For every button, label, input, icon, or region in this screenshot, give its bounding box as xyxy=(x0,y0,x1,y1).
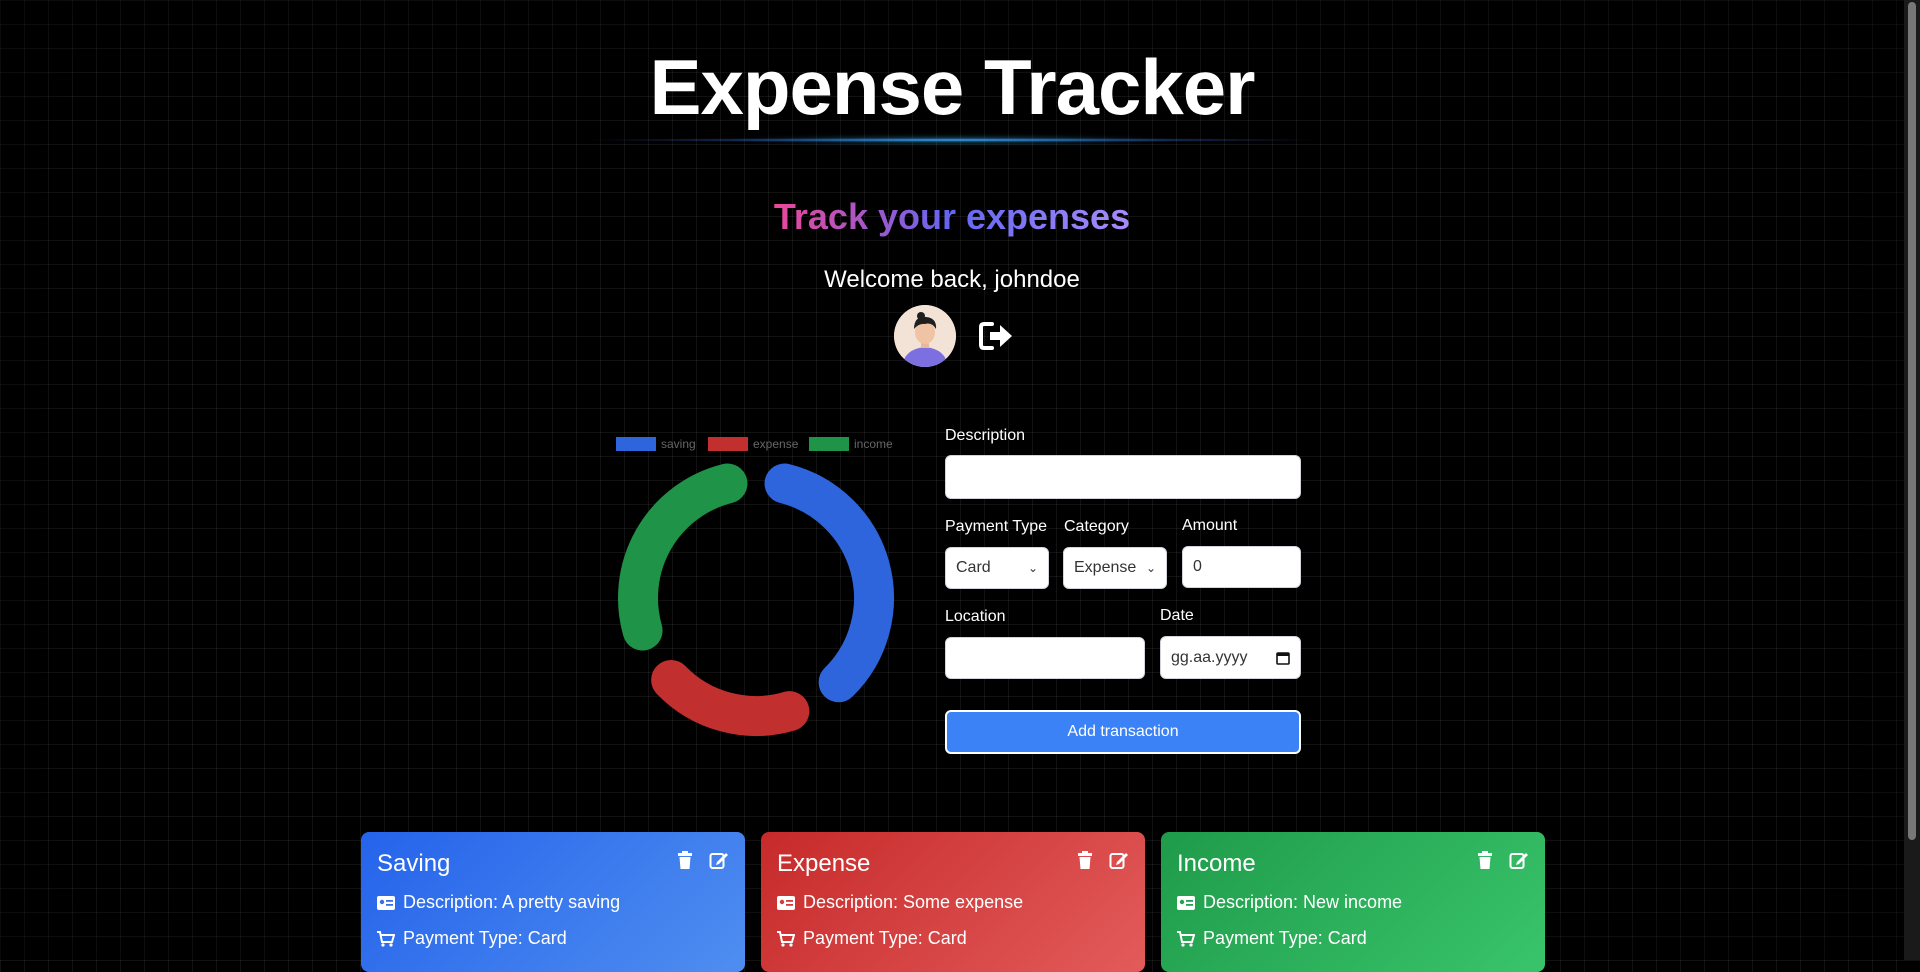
title-underline xyxy=(578,138,1328,142)
scrollbar[interactable] xyxy=(1904,0,1920,960)
edit-icon[interactable] xyxy=(1109,850,1129,870)
card-actions xyxy=(1475,850,1529,870)
avatar[interactable] xyxy=(894,305,956,367)
card-title: Income xyxy=(1177,850,1256,877)
cart-icon xyxy=(777,930,795,947)
calendar-icon[interactable] xyxy=(1276,651,1290,665)
card-actions xyxy=(1075,850,1129,870)
chart-segment-saving[interactable] xyxy=(764,463,894,703)
payment-type-label: Payment Type xyxy=(945,518,1047,535)
legend-swatch-expense xyxy=(708,437,748,451)
cart-icon xyxy=(1177,930,1195,947)
chevron-down-icon: ⌄ xyxy=(1145,561,1156,575)
welcome-text: Welcome back, johndoe xyxy=(824,266,1080,293)
cart-icon xyxy=(377,930,395,947)
legend-label-income: income xyxy=(854,437,893,451)
card-payment-type: Payment Type: Card xyxy=(777,928,967,949)
legend-item-saving: saving xyxy=(616,437,696,451)
location-label: Location xyxy=(945,608,1006,625)
page-title: Expense Tracker xyxy=(649,43,1255,131)
transaction-card-expense: Expense Description: Some expense Paymen… xyxy=(761,832,1145,972)
scrollbar-thumb[interactable] xyxy=(1908,2,1916,840)
category-label: Category xyxy=(1064,518,1129,535)
chart-segment-expense[interactable] xyxy=(651,659,810,736)
date-input[interactable]: gg.aa.yyyy xyxy=(1160,636,1301,679)
legend-swatch-saving xyxy=(616,437,656,451)
doughnut-chart xyxy=(618,463,894,736)
amount-input[interactable]: 0 xyxy=(1182,546,1301,588)
description-input[interactable] xyxy=(945,455,1301,499)
logout-icon[interactable] xyxy=(978,320,1014,352)
chevron-down-icon: ⌄ xyxy=(1027,561,1038,575)
date-label: Date xyxy=(1160,607,1194,624)
legend-label-expense: expense xyxy=(753,437,799,451)
id-card-icon xyxy=(377,895,395,910)
page-subtitle: Track your expenses xyxy=(773,196,1131,237)
location-input[interactable] xyxy=(945,637,1145,679)
payment-type-select[interactable]: Card ⌄ xyxy=(945,547,1049,589)
id-card-icon xyxy=(1177,895,1195,910)
transaction-card-saving: Saving Description: A pretty saving Paym… xyxy=(361,832,745,972)
legend-label-saving: saving xyxy=(661,437,696,451)
legend-item-income: income xyxy=(809,437,893,451)
card-title: Saving xyxy=(377,850,451,877)
card-description: Description: New income xyxy=(1177,892,1402,913)
card-description: Description: Some expense xyxy=(777,892,1023,913)
trash-icon[interactable] xyxy=(675,850,695,870)
chart-segment-income[interactable] xyxy=(618,463,748,651)
card-payment-type: Payment Type: Card xyxy=(1177,928,1367,949)
card-description: Description: A pretty saving xyxy=(377,892,620,913)
transaction-card-income: Income Description: New income Payment T… xyxy=(1161,832,1545,972)
trash-icon[interactable] xyxy=(1075,850,1095,870)
card-title: Expense xyxy=(777,850,871,877)
trash-icon[interactable] xyxy=(1475,850,1495,870)
amount-label: Amount xyxy=(1182,517,1238,534)
legend-item-expense: expense xyxy=(708,437,798,451)
id-card-icon xyxy=(777,895,795,910)
add-transaction-button[interactable]: Add transaction xyxy=(945,710,1301,754)
card-payment-type: Payment Type: Card xyxy=(377,928,567,949)
edit-icon[interactable] xyxy=(1509,850,1529,870)
edit-icon[interactable] xyxy=(709,850,729,870)
description-label: Description xyxy=(945,427,1026,444)
card-actions xyxy=(675,850,729,870)
category-select[interactable]: Expense ⌄ xyxy=(1063,547,1167,589)
legend-swatch-income xyxy=(809,437,849,451)
